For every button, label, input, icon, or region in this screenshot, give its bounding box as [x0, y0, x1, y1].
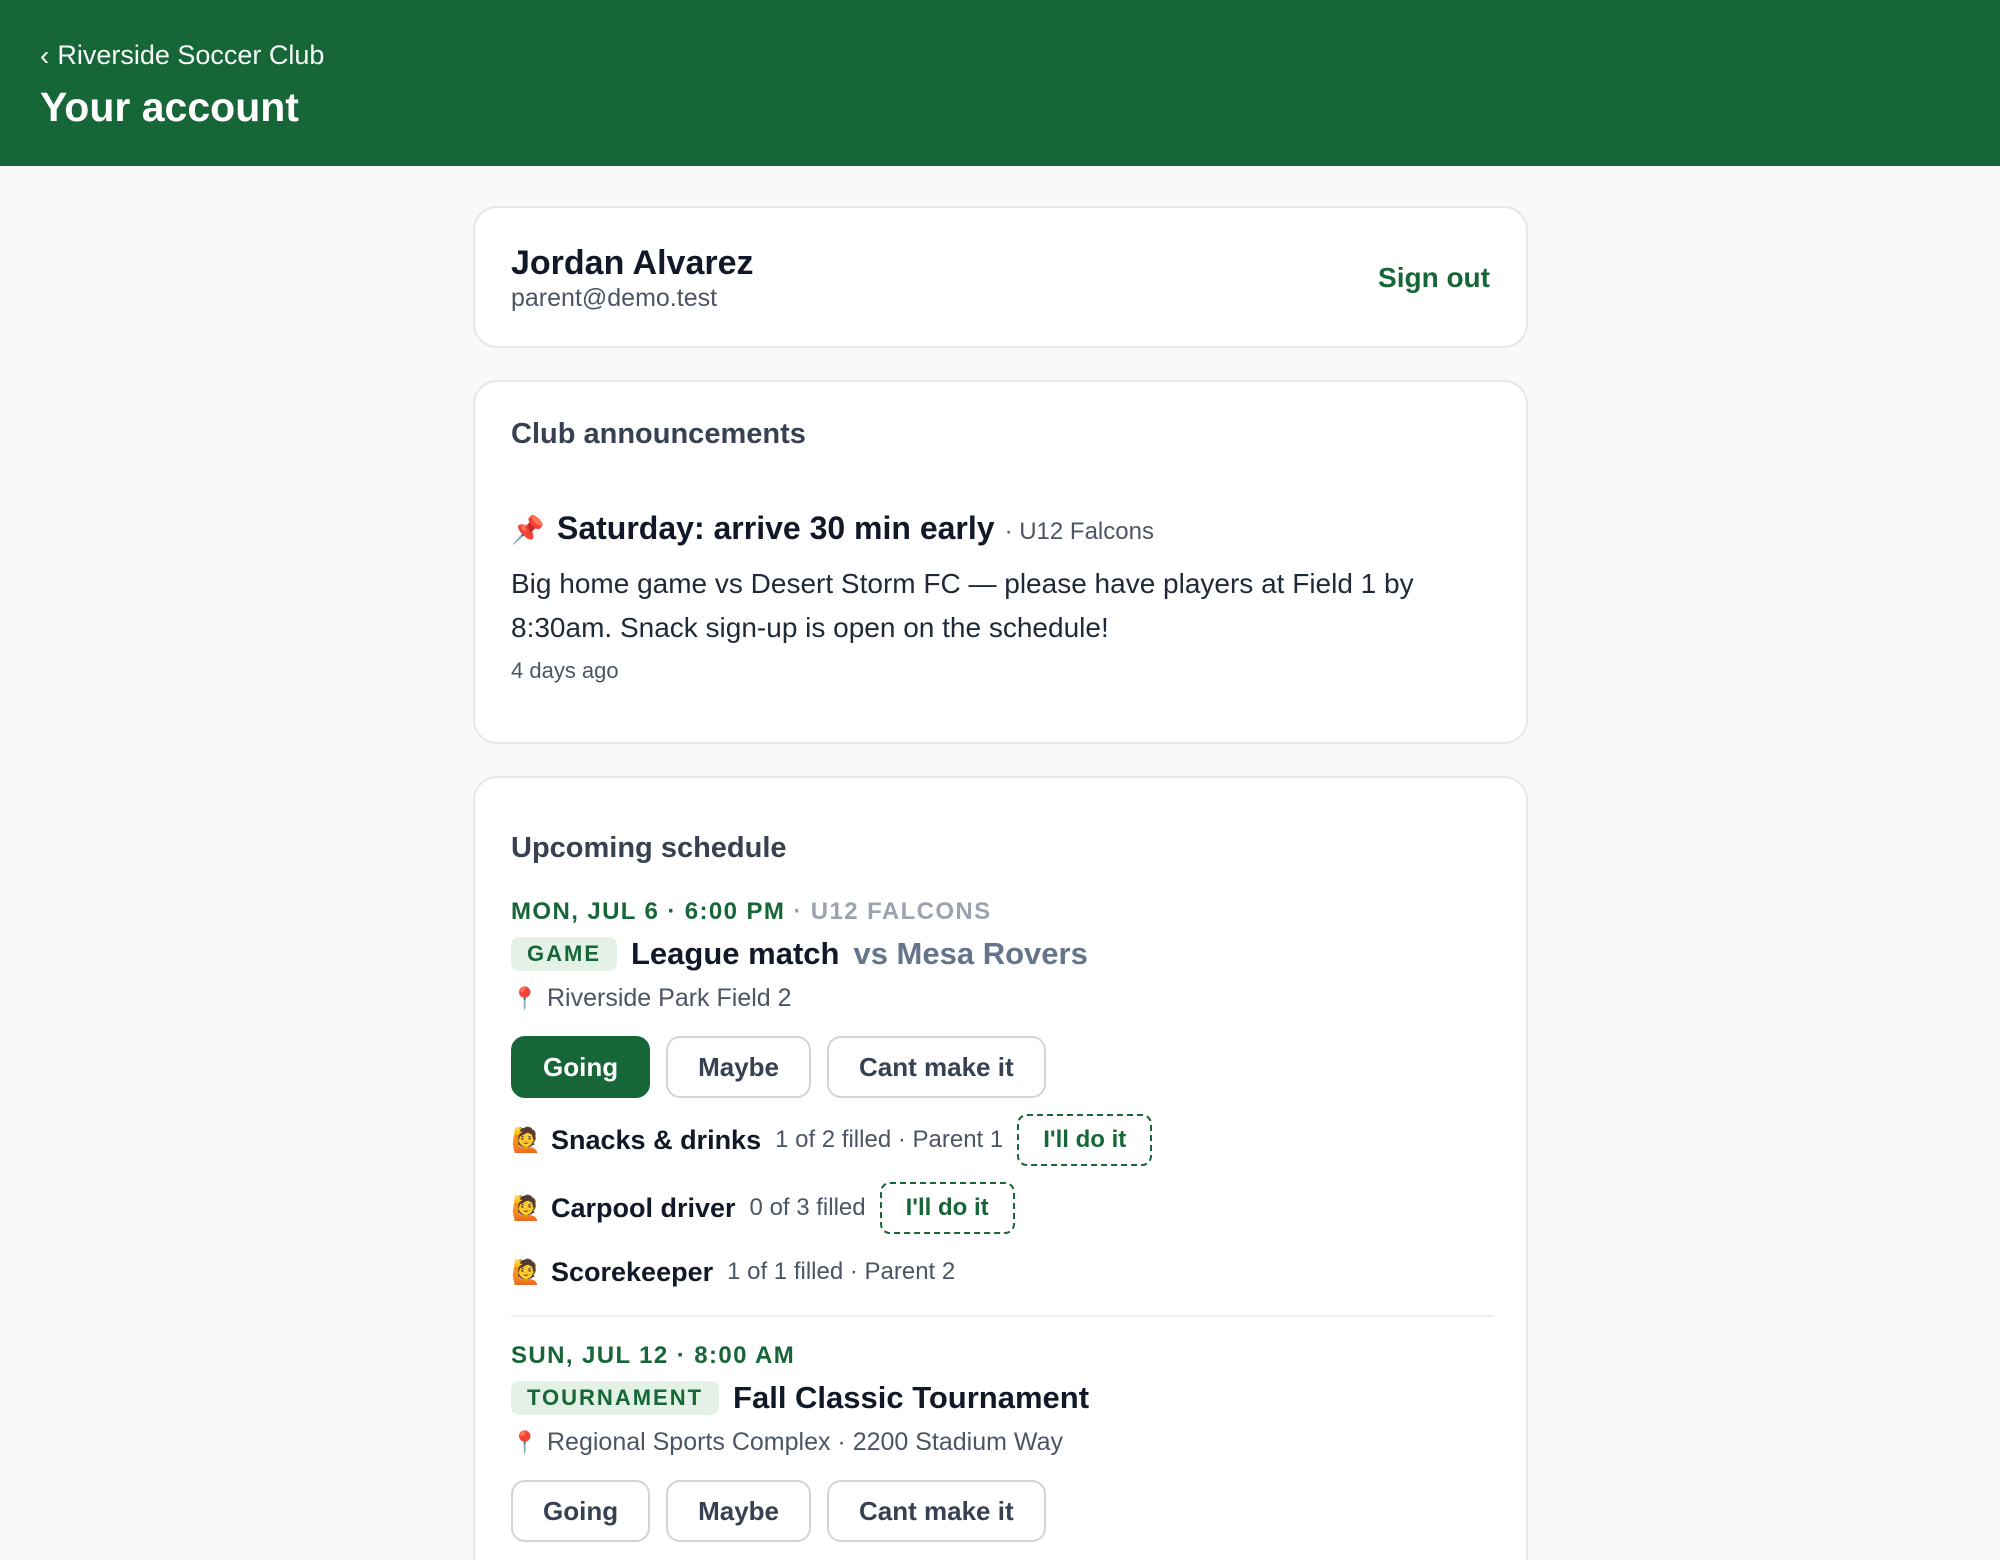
raised-hand-icon: 🙋: [511, 1258, 541, 1286]
rsvp-maybe-button[interactable]: Maybe: [666, 1480, 812, 1542]
announcement-team: · U12 Falcons: [1004, 518, 1154, 545]
slot-status: 1 of 2 filled · Parent 1: [775, 1126, 1004, 1153]
claim-slot-button[interactable]: I'll do it: [1017, 1114, 1153, 1166]
sign-out-button[interactable]: Sign out: [1378, 262, 1490, 294]
rsvp-group: Going Maybe Cant make it: [511, 1480, 1046, 1542]
account-name: Jordan Alvarez: [511, 244, 754, 282]
event-location-text: Riverside Park Field 2: [547, 984, 792, 1012]
announcement-header: 📌 Saturday: arrive 30 min early · U12 Fa…: [511, 510, 1154, 547]
event-title[interactable]: League match: [631, 936, 839, 972]
slot-status: 0 of 3 filled: [749, 1194, 866, 1221]
volunteer-slot: 🙋 Scorekeeper 1 of 1 filled · Parent 2: [511, 1247, 955, 1297]
event-opponent: vs Mesa Rovers: [853, 936, 1088, 971]
announcement-title: Saturday: arrive 30 min early: [557, 510, 995, 546]
location-pin-icon: 📍: [511, 1429, 539, 1455]
event-team: · U12 FALCONS: [785, 898, 992, 925]
event-date-text: MON, JUL 6 · 6:00 PM: [511, 898, 786, 925]
rsvp-group: Going Maybe Cant make it: [511, 1036, 1046, 1098]
page-title: Your account: [40, 84, 299, 130]
location-pin-icon: 📍: [511, 985, 539, 1011]
claim-slot-button[interactable]: I'll do it: [879, 1182, 1015, 1234]
slot-name: Scorekeeper: [551, 1256, 714, 1287]
volunteer-slot: 🙋 Snacks & drinks 1 of 2 filled · Parent…: [511, 1114, 1153, 1166]
announcements-title: Club announcements: [511, 418, 806, 450]
event-date: SUN, JUL 12 · 8:00 AM: [511, 1342, 795, 1370]
rsvp-going-button[interactable]: Going: [511, 1036, 651, 1098]
slot-name: Snacks & drinks: [551, 1124, 762, 1155]
announcement-time: 4 days ago: [511, 658, 619, 683]
raised-hand-icon: 🙋: [511, 1194, 541, 1222]
raised-hand-icon: 🙋: [511, 1126, 541, 1154]
event-title[interactable]: Fall Classic Tournament: [733, 1380, 1089, 1416]
announcement-body: Big home game vs Desert Storm FC — pleas…: [511, 568, 1414, 643]
rsvp-cant-button[interactable]: Cant make it: [827, 1036, 1046, 1098]
account-card: Jordan Alvarez parent@demo.test Sign out: [473, 206, 1528, 348]
rsvp-maybe-button[interactable]: Maybe: [666, 1036, 812, 1098]
event-type-badge: GAME: [511, 937, 617, 971]
pushpin-icon: 📌: [511, 515, 545, 545]
event-location-text: Regional Sports Complex · 2200 Stadium W…: [547, 1428, 1063, 1456]
event-heading: GAME League match vs Mesa Rovers: [511, 936, 1088, 972]
schedule-title: Upcoming schedule: [511, 832, 787, 864]
event-divider: [511, 1315, 1493, 1317]
back-link[interactable]: ‹ Riverside Soccer Club: [40, 40, 324, 71]
rsvp-cant-button[interactable]: Cant make it: [827, 1480, 1046, 1542]
rsvp-going-button[interactable]: Going: [511, 1480, 651, 1542]
event-location: 📍 Regional Sports Complex · 2200 Stadium…: [511, 1428, 1063, 1457]
volunteer-slot: 🙋 Carpool driver 0 of 3 filled I'll do i…: [511, 1182, 1015, 1234]
event-date-text: SUN, JUL 12 · 8:00 AM: [511, 1342, 796, 1369]
slot-name: Carpool driver: [551, 1192, 736, 1223]
account-email: parent@demo.test: [511, 284, 718, 312]
event-location: 📍 Riverside Park Field 2: [511, 984, 792, 1013]
schedule-card: Upcoming schedule MON, JUL 6 · 6:00 PM ·…: [473, 776, 1528, 1560]
event-date: MON, JUL 6 · 6:00 PM · U12 FALCONS: [511, 898, 992, 926]
chevron-left-icon: ‹: [40, 39, 50, 71]
event-heading: TOURNAMENT Fall Classic Tournament: [511, 1380, 1089, 1416]
event-type-badge: TOURNAMENT: [511, 1381, 720, 1415]
back-link-label: Riverside Soccer Club: [57, 40, 325, 70]
app-header: ‹ Riverside Soccer Club Your account: [0, 0, 2000, 166]
announcements-card: Club announcements 📌 Saturday: arrive 30…: [473, 380, 1528, 744]
slot-status: 1 of 1 filled · Parent 2: [727, 1258, 956, 1285]
